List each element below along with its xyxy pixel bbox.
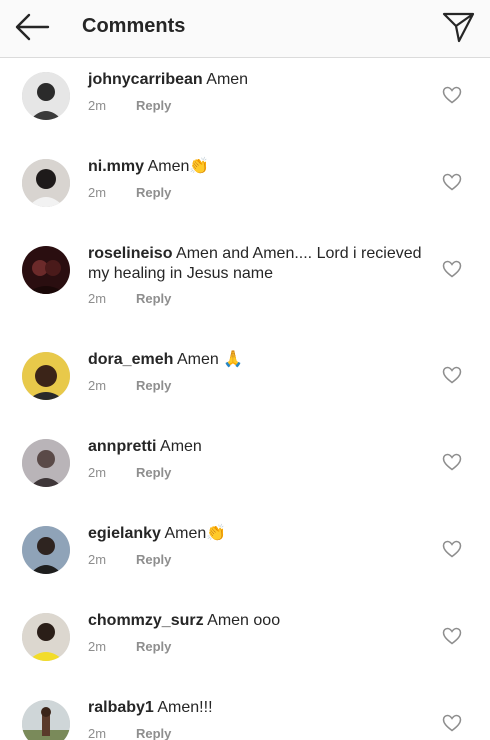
page-title: Comments [82,15,186,37]
comment-text: Amen 🙏 [176,351,244,368]
comment-time: 2m [88,726,107,740]
reply-button[interactable]: Reply [136,291,171,306]
comment-meta: 2m Reply [88,291,171,306]
reply-button[interactable]: Reply [136,552,171,567]
reply-button[interactable]: Reply [136,465,171,480]
comment-meta: 2m Reply [88,465,171,480]
reply-button[interactable]: Reply [136,726,171,740]
reply-button[interactable]: Reply [136,378,171,393]
comment-username[interactable]: roselineiso [88,245,172,262]
comment-item: egielanky Amen👏 2m Reply [0,512,490,599]
comment-text: Amen👏 [147,158,210,175]
reply-button[interactable]: Reply [136,639,171,654]
reply-button[interactable]: Reply [136,98,171,113]
comment-time: 2m [88,465,107,480]
avatar[interactable] [22,159,70,207]
comment-username[interactable]: chommzy_surz [88,612,204,629]
avatar[interactable] [22,439,70,487]
comment-item: dora_emeh Amen 🙏 2m Reply [0,338,490,425]
heart-outline-icon[interactable] [442,453,462,471]
comment-item: ni.mmy Amen👏 2m Reply [0,145,490,232]
comment-meta: 2m Reply [88,639,171,654]
comment-item: roselineiso Amen and Amen.... Lord i rec… [0,232,490,338]
comment-item: annpretti Amen 2m Reply [0,425,490,512]
comment-meta: 2m Reply [88,726,171,740]
comment-time: 2m [88,552,107,567]
avatar[interactable] [22,526,70,574]
heart-outline-icon[interactable] [442,173,462,191]
comment-list: johnycarribean Amen 2m Reply ni.mmy Amen👏… [0,58,490,740]
avatar[interactable] [22,246,70,294]
heart-outline-icon[interactable] [442,540,462,558]
comment-text: Amen ooo [207,612,281,629]
comment-text: Amen [160,438,202,455]
comment-username[interactable]: annpretti [88,438,156,455]
comment-text: Amen!!! [157,699,213,716]
comment-text: Amen👏 [164,525,227,542]
comment-username[interactable]: ralbaby1 [88,699,154,716]
heart-outline-icon[interactable] [442,260,462,278]
comment-username[interactable]: ni.mmy [88,158,144,175]
avatar[interactable] [22,352,70,400]
comment-meta: 2m Reply [88,378,171,393]
comment-time: 2m [88,639,107,654]
comment-time: 2m [88,378,107,393]
heart-outline-icon[interactable] [442,714,462,732]
avatar[interactable] [22,613,70,661]
direct-send-icon[interactable] [440,10,476,44]
comment-text: Amen [206,71,249,88]
heart-outline-icon[interactable] [442,627,462,645]
comment-item: johnycarribean Amen 2m Reply [0,58,490,145]
avatar[interactable] [22,700,70,740]
comment-username[interactable]: egielanky [88,525,161,542]
comment-item: chommzy_surz Amen ooo 2m Reply [0,599,490,686]
heart-outline-icon[interactable] [442,86,462,104]
comment-username[interactable]: dora_emeh [88,351,173,368]
comment-time: 2m [88,98,107,113]
back-arrow-icon[interactable] [14,10,52,44]
comment-meta: 2m Reply [88,552,171,567]
heart-outline-icon[interactable] [442,366,462,384]
comment-item: ralbaby1 Amen!!! 2m Reply [0,686,490,740]
comment-time: 2m [88,291,107,306]
avatar[interactable] [22,72,70,120]
comment-meta: 2m Reply [88,98,171,113]
comment-username[interactable]: johnycarribean [88,71,203,88]
header-bar: Comments [0,0,490,58]
comment-meta: 2m Reply [88,185,171,200]
comment-time: 2m [88,185,107,200]
reply-button[interactable]: Reply [136,185,171,200]
